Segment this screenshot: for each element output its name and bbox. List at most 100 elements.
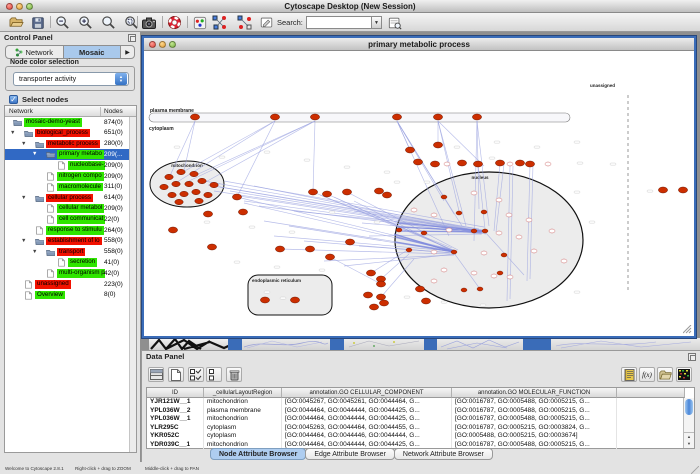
network-node[interactable] <box>198 178 206 183</box>
network-zoom-button[interactable] <box>169 41 176 48</box>
table-column-header[interactable] <box>617 388 685 398</box>
network-node[interactable] <box>472 114 481 120</box>
network-node[interactable] <box>405 147 414 153</box>
network-node[interactable] <box>446 228 452 232</box>
tree-row[interactable]: response to stimulu264(0) <box>5 225 131 236</box>
network-node[interactable] <box>210 182 218 187</box>
background-window-border[interactable] <box>523 338 551 350</box>
tree-scrollbar[interactable] <box>129 117 136 452</box>
minimize-button[interactable] <box>16 3 23 10</box>
network-node[interactable] <box>232 194 241 200</box>
network-node[interactable] <box>473 161 482 167</box>
network-node[interactable] <box>207 244 216 250</box>
tree-row[interactable]: multi-organism pro42(0) <box>5 268 131 279</box>
table-column-header[interactable]: ID <box>147 388 204 398</box>
search-input[interactable] <box>306 16 372 29</box>
network-node[interactable] <box>526 218 532 222</box>
network-node[interactable] <box>379 300 388 306</box>
tree-row[interactable]: ▼metabolic process280(0) <box>5 139 131 150</box>
attribute-matrix-icon[interactable] <box>676 367 692 382</box>
network-node[interactable] <box>290 297 299 303</box>
tabs-overflow-arrow[interactable]: ▶ <box>120 46 134 58</box>
network-node[interactable] <box>444 162 450 166</box>
network-node[interactable] <box>441 268 447 272</box>
network-node[interactable] <box>545 162 551 166</box>
tree-expand-arrow[interactable]: ▼ <box>21 196 26 201</box>
tree-row[interactable]: nitrogen compo209(0) <box>5 171 131 182</box>
attribute-editor-icon[interactable] <box>621 367 637 382</box>
network-node[interactable] <box>451 250 457 254</box>
network-node[interactable] <box>411 208 417 212</box>
network-node[interactable] <box>506 213 512 217</box>
network-node[interactable] <box>165 174 173 179</box>
network-node[interactable] <box>180 191 188 196</box>
close-button[interactable] <box>6 3 13 10</box>
network-node[interactable] <box>516 235 522 239</box>
tree-row[interactable]: cellular metabol209(0) <box>5 203 131 214</box>
scrollbar-buttons[interactable]: ▲▼ <box>684 432 694 448</box>
tree-row[interactable]: cell communicat22(0) <box>5 214 131 225</box>
search-dropdown-arrow[interactable]: ▼ <box>372 16 382 29</box>
tree-row[interactable]: macromolecule311(0) <box>5 182 131 193</box>
network-node[interactable] <box>177 169 185 174</box>
network-node[interactable] <box>369 304 378 310</box>
network-node[interactable] <box>431 250 437 254</box>
network-node[interactable] <box>413 159 422 165</box>
network-node[interactable] <box>238 209 247 215</box>
network-node[interactable] <box>270 114 279 120</box>
network-node[interactable] <box>495 160 504 166</box>
tree-expand-arrow[interactable]: ▼ <box>32 152 37 157</box>
float-panel-icon[interactable] <box>128 34 136 42</box>
network-node[interactable] <box>260 297 269 303</box>
table-row[interactable]: YKR052Ccytoplasm[GO:0044464, GO:0044446,… <box>147 432 685 441</box>
network-node[interactable] <box>190 171 198 176</box>
network-window[interactable]: primary metabolic process plasma membran… <box>142 36 696 338</box>
network-edge[interactable] <box>237 121 275 197</box>
help-icon[interactable] <box>166 14 183 31</box>
background-window-border[interactable] <box>424 338 437 350</box>
network-node[interactable] <box>491 274 497 278</box>
network-node[interactable] <box>175 199 183 204</box>
zoom-button[interactable] <box>26 3 33 10</box>
network-node[interactable] <box>461 288 467 292</box>
network-window-titlebar[interactable]: primary metabolic process <box>144 38 694 51</box>
table-row[interactable]: YLR295Ccytoplasm[GO:0045263, GO:0044464,… <box>147 424 685 433</box>
configure-search-icon[interactable] <box>386 14 403 31</box>
network-node[interactable] <box>168 192 176 197</box>
network-node[interactable] <box>382 192 391 198</box>
network-node[interactable] <box>376 281 385 287</box>
network-node[interactable] <box>525 161 534 167</box>
tab-network[interactable]: Network <box>6 46 63 58</box>
network-node[interactable] <box>366 270 375 276</box>
network-node[interactable] <box>515 160 524 166</box>
table-column-header[interactable]: annotation.GO MOLECULAR_FUNCTION <box>452 388 617 398</box>
network-node[interactable] <box>396 228 402 232</box>
browser-tab[interactable]: Network Attribute Browser <box>394 448 493 460</box>
network-node[interactable] <box>305 246 314 252</box>
network-node[interactable] <box>172 181 180 186</box>
attribute-table-icon[interactable] <box>148 367 164 382</box>
network-node[interactable] <box>457 160 466 166</box>
layout-icon[interactable] <box>211 14 228 31</box>
network-node[interactable] <box>421 298 430 304</box>
background-window[interactable] <box>551 338 700 350</box>
open-file-icon[interactable] <box>8 14 25 31</box>
network-node[interactable] <box>431 213 437 217</box>
window-resize-grip[interactable] <box>691 466 699 474</box>
unselect-attributes-icon[interactable] <box>206 367 222 382</box>
resize-grip-icon[interactable] <box>683 325 692 334</box>
snapshot-camera-icon[interactable] <box>140 14 157 31</box>
tree-row[interactable]: mosaic-demo-yeast874(0) <box>5 117 131 128</box>
network-node[interactable] <box>507 162 513 166</box>
tree-row[interactable]: ▼establishment of lo558(0) <box>5 236 131 247</box>
network-node[interactable] <box>204 192 212 197</box>
plasma-membrane-region[interactable] <box>149 113 570 122</box>
network-node[interactable] <box>160 184 168 189</box>
network-node[interactable] <box>496 231 502 235</box>
network-node[interactable] <box>471 271 477 275</box>
background-window[interactable] <box>437 338 523 350</box>
network-canvas[interactable]: plasma membranecytoplasmmitochondrionnuc… <box>144 51 694 336</box>
network-node[interactable] <box>325 254 334 260</box>
table-row[interactable]: YPL036W__1mitochondrion[GO:0044464, GO:0… <box>147 415 685 424</box>
select-attributes-icon[interactable] <box>188 367 204 382</box>
